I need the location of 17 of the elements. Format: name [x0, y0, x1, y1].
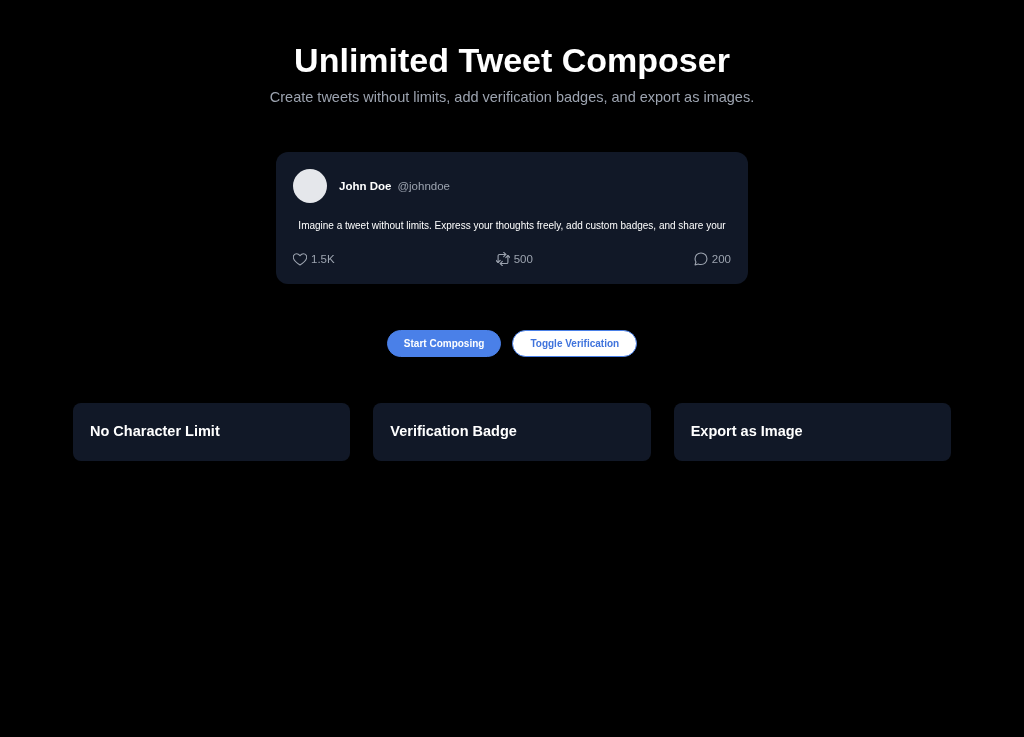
repost-arrows-icon[interactable] — [495, 252, 510, 266]
user-name: John Doe — [339, 179, 392, 194]
user-handle: @johndoe — [397, 179, 450, 194]
stat-count: 200 — [711, 252, 731, 267]
compose-button[interactable]: Start Composing — [386, 330, 502, 357]
stat-count: 1.5K — [311, 252, 335, 267]
stat-count: 500 — [513, 252, 533, 267]
page-title: Unlimited Tweet Composer — [294, 40, 730, 80]
page-subtitle: Create tweets without limits, add verification badges, and export as images. — [269, 88, 755, 107]
avatar-icon — [293, 169, 327, 203]
heart-icon[interactable] — [293, 252, 307, 266]
speech-bubble-icon[interactable] — [693, 252, 708, 266]
feature-title: No Character Limit — [90, 422, 220, 442]
toggle-verification-button[interactable]: Toggle Verification — [512, 330, 638, 357]
feature-title: Verification Badge — [390, 422, 517, 442]
feature-title: Export as Image — [690, 422, 803, 442]
tweet-text: Imagine a tweet without limits. Express your thoughts freely, add custom badges, and share your — [297, 219, 727, 233]
